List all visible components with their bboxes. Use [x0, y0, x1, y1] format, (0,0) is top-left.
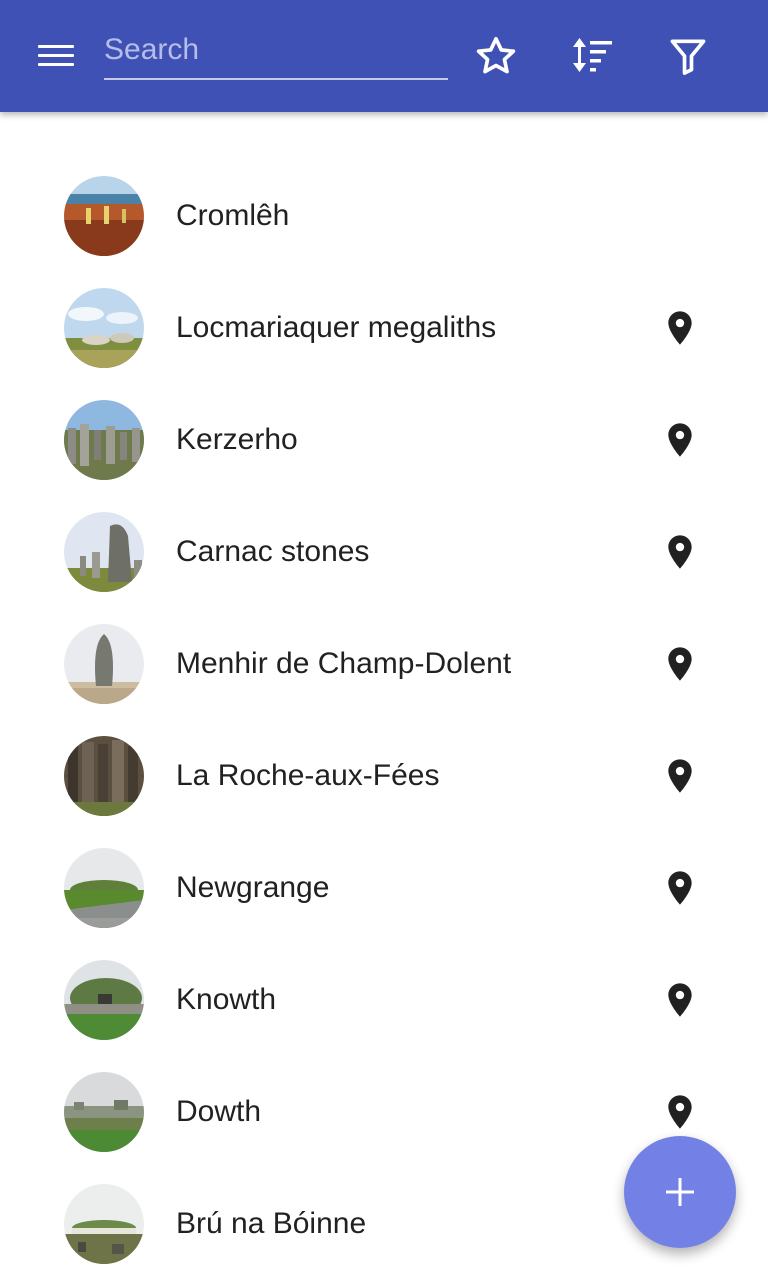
site-thumbnail [64, 288, 144, 368]
site-thumbnail [64, 176, 144, 256]
list-item[interactable]: Locmariaquer megaliths [0, 272, 768, 384]
site-thumbnail [64, 1072, 144, 1152]
site-thumbnail [64, 960, 144, 1040]
site-name: Brú na Bóinne [176, 1207, 367, 1240]
site-name: Locmariaquer megaliths [176, 311, 497, 344]
site-name: Cromlêh [176, 199, 290, 232]
location-pin-icon[interactable] [660, 420, 700, 460]
site-name: Carnac stones [176, 535, 370, 568]
location-pin-icon[interactable] [660, 980, 700, 1020]
location-pin-icon[interactable] [660, 868, 700, 908]
list-item[interactable]: La Roche-aux-Fées [0, 720, 768, 832]
site-thumbnail [64, 736, 144, 816]
sort-icon[interactable] [564, 28, 620, 84]
site-thumbnail [64, 848, 144, 928]
site-thumbnail [64, 624, 144, 704]
list-item[interactable]: Menhir de Champ-Dolent [0, 608, 768, 720]
site-name: Dowth [176, 1095, 262, 1128]
plus-icon [666, 1178, 694, 1206]
site-name: Menhir de Champ-Dolent [176, 647, 512, 680]
star-outline-icon[interactable] [468, 28, 524, 84]
list-item[interactable]: Newgrange [0, 832, 768, 944]
location-pin-icon[interactable] [660, 532, 700, 572]
site-list: Cromlêh Locmariaquer megaliths Kerzerho … [0, 160, 768, 1280]
menu-icon[interactable] [20, 34, 92, 78]
location-pin-icon[interactable] [660, 756, 700, 796]
list-item[interactable]: Cromlêh [0, 160, 768, 272]
search-input[interactable] [104, 22, 448, 80]
list-item[interactable]: Carnac stones [0, 496, 768, 608]
list-item[interactable]: Knowth [0, 944, 768, 1056]
site-name: La Roche-aux-Fées [176, 759, 440, 792]
site-thumbnail [64, 512, 144, 592]
location-pin-icon[interactable] [660, 644, 700, 684]
site-name: Knowth [176, 983, 277, 1016]
location-pin-icon[interactable] [660, 1092, 700, 1132]
site-thumbnail [64, 1184, 144, 1264]
app-bar [0, 0, 768, 112]
site-name: Newgrange [176, 871, 330, 904]
site-name: Kerzerho [176, 423, 298, 456]
location-pin-icon[interactable] [660, 308, 700, 348]
site-thumbnail [64, 400, 144, 480]
add-button[interactable] [624, 1136, 736, 1248]
list-item[interactable]: Kerzerho [0, 384, 768, 496]
filter-icon[interactable] [660, 28, 716, 84]
